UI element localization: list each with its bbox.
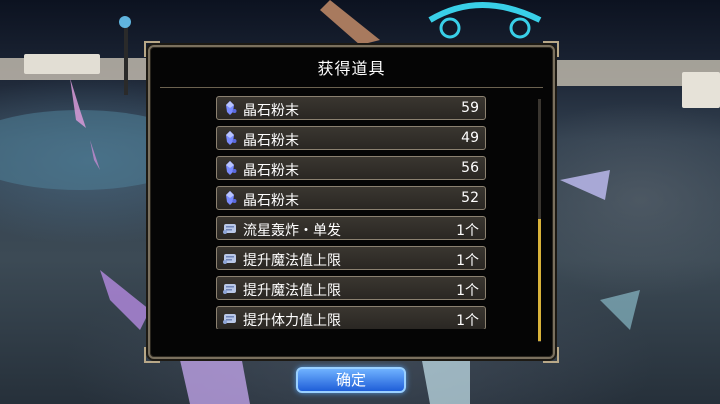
item-quantity: 1个 [456, 253, 479, 269]
item-quantity: 1个 [456, 223, 479, 239]
confirm-button[interactable]: 确定 [296, 367, 406, 393]
list-item[interactable]: 提升魔法值上限 1个 [216, 246, 486, 270]
item-quantity: 1个 [456, 283, 479, 299]
item-name: 晶石粉末 [243, 133, 299, 149]
item-name: 晶石粉末 [243, 103, 299, 119]
list-item[interactable]: 提升魔法值上限 1个 [216, 276, 486, 300]
list-item[interactable]: 晶石粉末 59 [216, 96, 486, 120]
item-quantity: 52 [461, 190, 479, 206]
crystal-powder-icon [226, 191, 237, 205]
list-item[interactable]: 晶石粉末 52 [216, 186, 486, 210]
title-divider [160, 87, 543, 88]
crystal-powder-icon [226, 161, 237, 175]
item-name: 流星轰炸・单发 [243, 223, 341, 239]
scrollbar-thumb[interactable] [538, 219, 541, 341]
scrollbar[interactable] [538, 99, 541, 342]
item-name: 晶石粉末 [243, 163, 299, 179]
item-list[interactable]: 晶石粉末 59 晶石粉末 49 晶石粉末 56 晶石粉末 52 流星轰炸・单发 … [216, 89, 490, 329]
crystal-powder-icon [226, 131, 237, 145]
list-item[interactable]: 晶石粉末 49 [216, 126, 486, 150]
scroll-icon [223, 224, 236, 234]
crystal-powder-icon [226, 101, 237, 115]
item-name: 提升魔法值上限 [243, 283, 341, 299]
scroll-icon [223, 284, 236, 294]
dialog-title: 获得道具 [317, 59, 386, 78]
list-item[interactable]: 晶石粉末 56 [216, 156, 486, 180]
frame-corner [144, 347, 160, 363]
list-item[interactable]: 流星轰炸・单发 1个 [216, 216, 486, 240]
item-obtained-dialog: 获得道具 晶石粉末 59 晶石粉末 49 晶石粉末 56 晶石粉末 52 流星轰… [144, 41, 559, 363]
item-name: 提升体力值上限 [243, 313, 341, 329]
frame-corner [543, 347, 559, 363]
item-quantity: 56 [461, 160, 479, 176]
item-quantity: 49 [461, 130, 479, 146]
item-name: 晶石粉末 [243, 193, 299, 209]
list-item[interactable]: 提升体力值上限 1个 [216, 306, 486, 329]
item-quantity: 1个 [456, 313, 479, 329]
scroll-icon [223, 314, 236, 324]
item-quantity: 59 [461, 100, 479, 116]
item-name: 提升魔法值上限 [243, 253, 341, 269]
scroll-icon [223, 254, 236, 264]
